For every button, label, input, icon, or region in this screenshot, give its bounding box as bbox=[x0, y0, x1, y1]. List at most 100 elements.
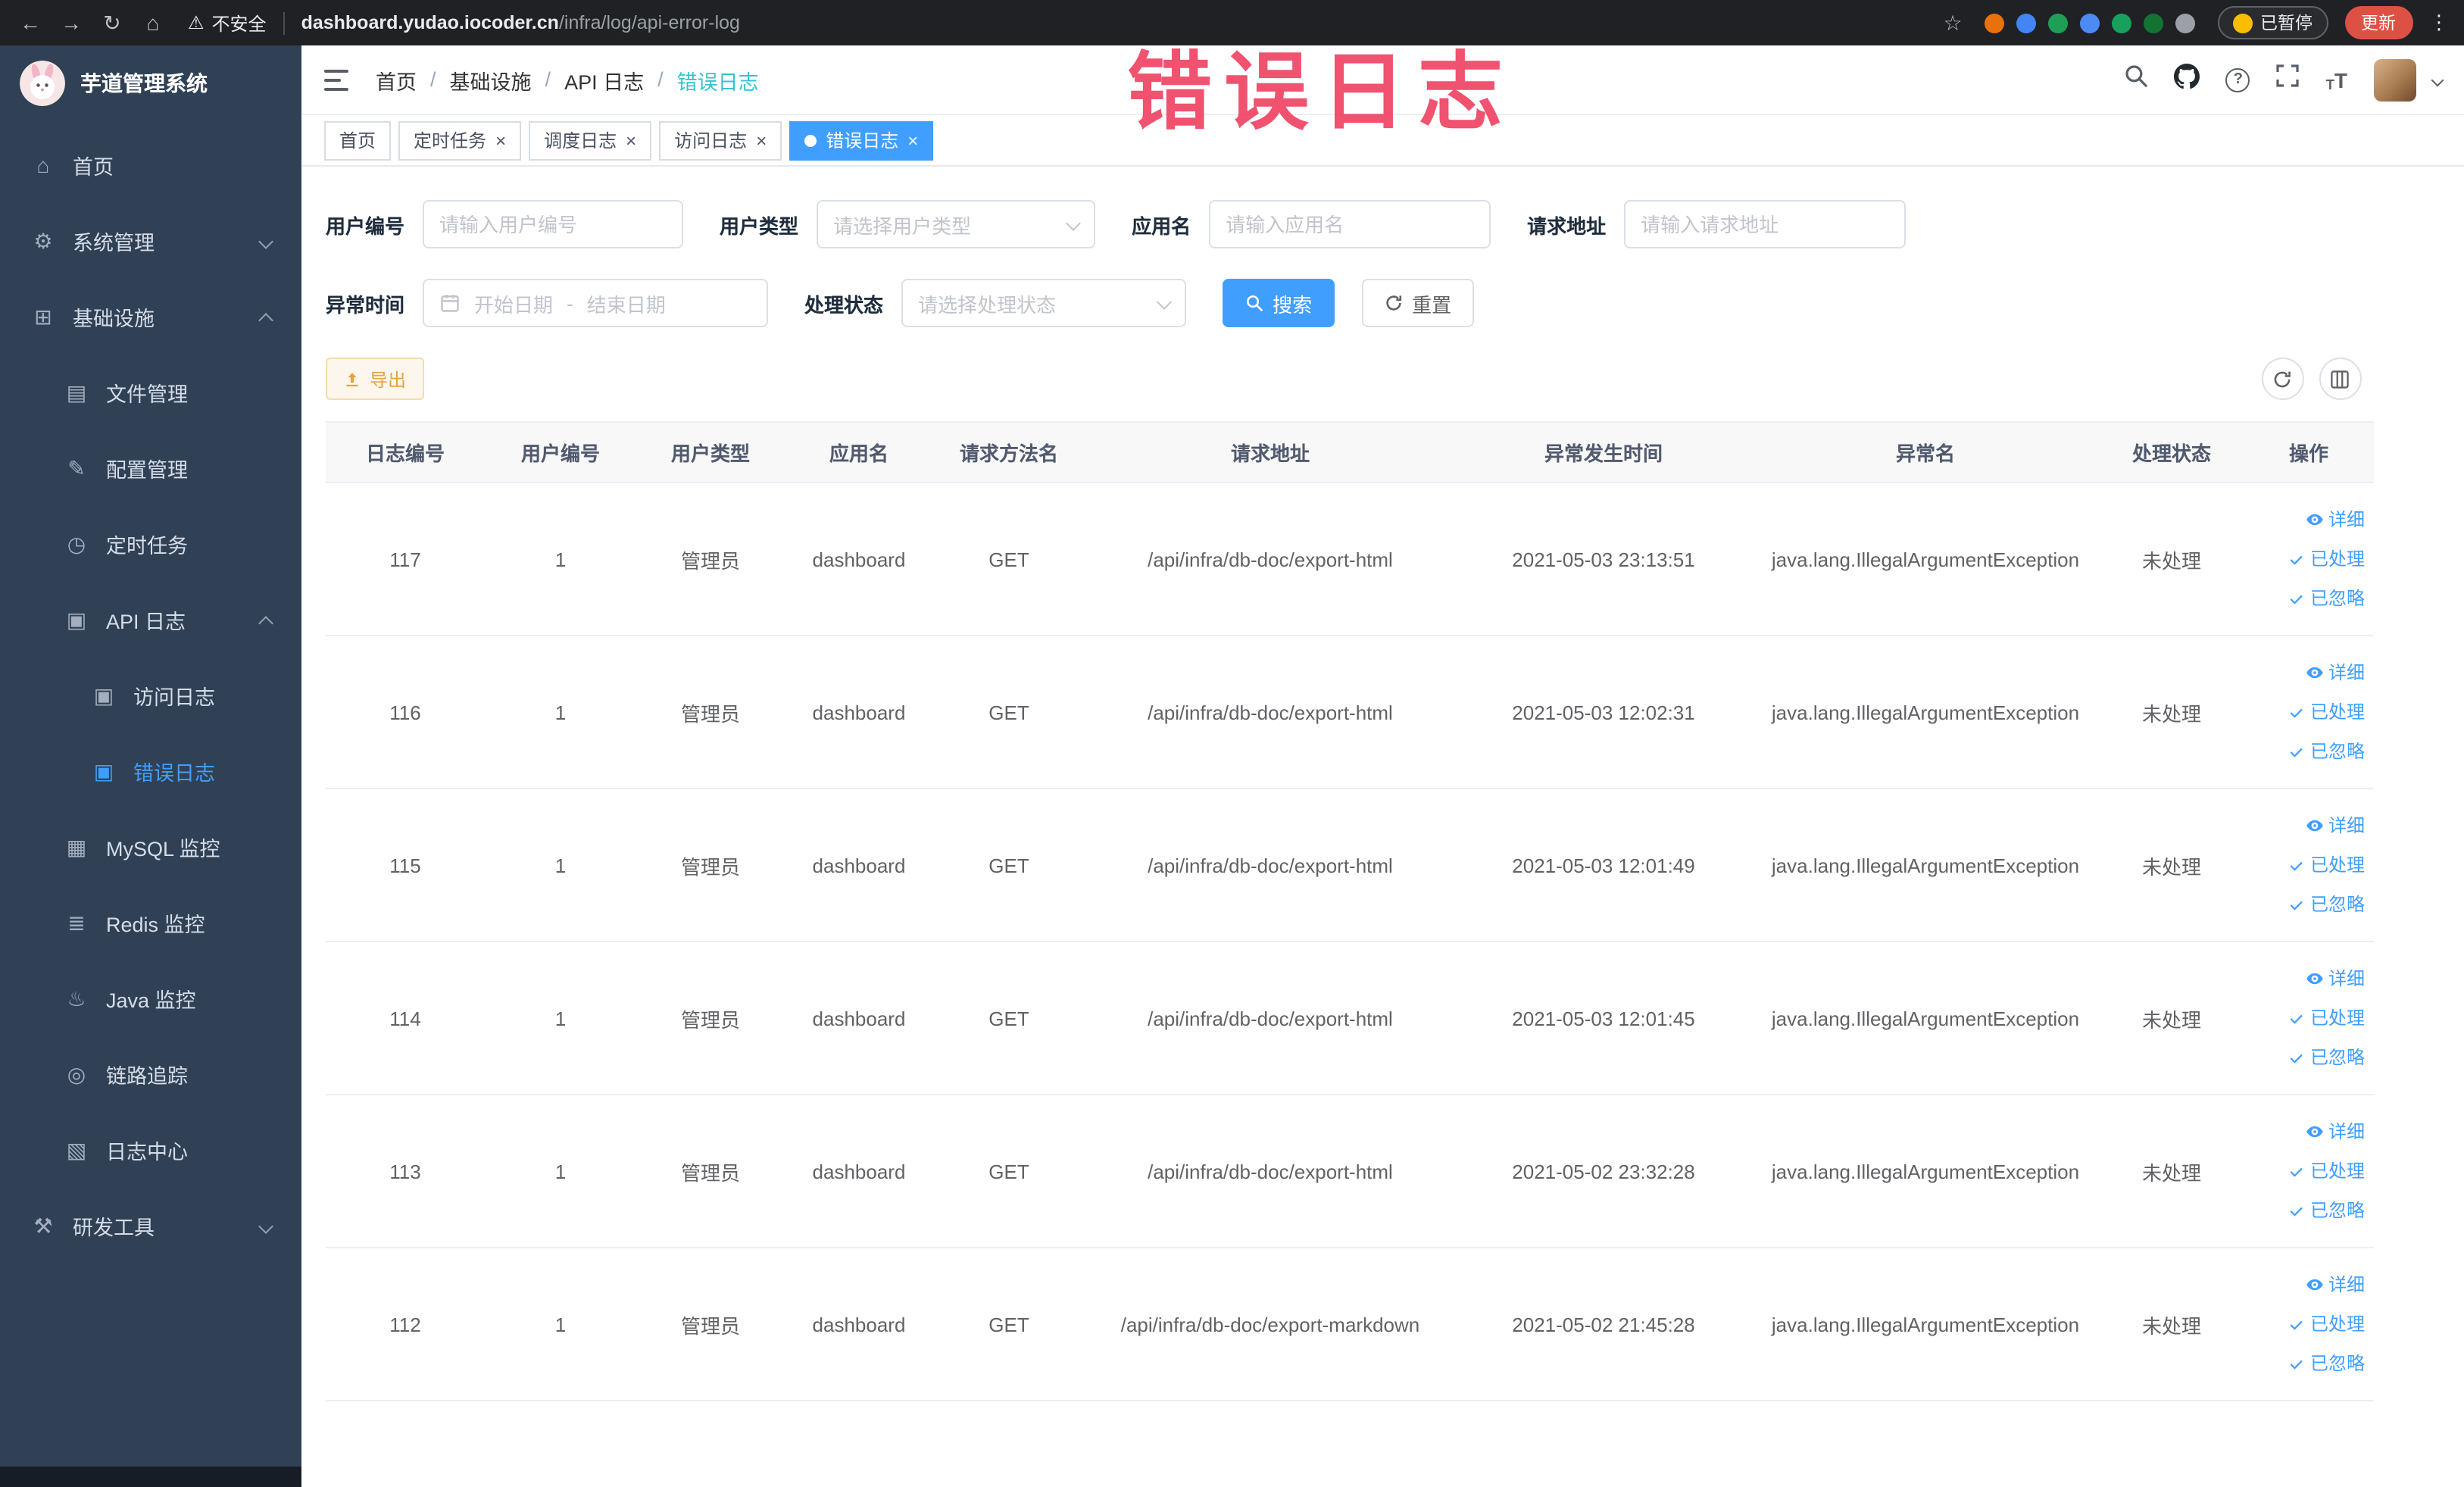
sidebar-item-java-monitor[interactable]: ♨ Java 监控 bbox=[0, 961, 301, 1036]
row-action-ignored[interactable]: 已忽略 bbox=[2244, 1038, 2365, 1077]
paused-badge[interactable]: 已暂停 bbox=[2218, 6, 2328, 39]
tab-3[interactable]: 访问日志 × bbox=[659, 120, 782, 160]
row-action-processed[interactable]: 已处理 bbox=[2244, 845, 2365, 885]
breadcrumb-item[interactable]: 基础设施 bbox=[450, 64, 532, 95]
sidebar-item-file-manage[interactable]: ▤ 文件管理 bbox=[0, 355, 301, 430]
breadcrumb-item[interactable]: API 日志 bbox=[564, 64, 644, 95]
extension-icon[interactable] bbox=[2048, 13, 2068, 33]
column-settings-button[interactable] bbox=[2319, 358, 2361, 400]
cell-actions: 详细 已处理 已忽略 bbox=[2244, 942, 2374, 1095]
tab-2[interactable]: 调度日志 × bbox=[529, 120, 652, 160]
refresh-button[interactable] bbox=[2261, 358, 2303, 400]
sidebar-item-scheduled-job[interactable]: ◷ 定时任务 bbox=[0, 506, 301, 582]
breadcrumb-item[interactable]: 首页 bbox=[376, 64, 417, 95]
logo-title: 芋道管理系统 bbox=[80, 71, 208, 95]
sidebar-menu: ⌂ 首页 ⚙ 系统管理 ⊞ 基础设施 ▤ 文件管理 ✎ 配置管理 ◷ 定时任务 ▣ API 日志 ▣ 访问日志… bbox=[0, 127, 301, 1264]
row-action-detail[interactable]: 详细 bbox=[2244, 653, 2365, 692]
search-icon[interactable] bbox=[2125, 64, 2149, 95]
fullscreen-icon[interactable] bbox=[2276, 64, 2300, 95]
cell-app_name: dashboard bbox=[785, 1248, 933, 1401]
row-action-detail[interactable]: 详细 bbox=[2244, 1265, 2365, 1304]
extension-icon[interactable] bbox=[2175, 13, 2195, 33]
close-icon[interactable]: × bbox=[907, 131, 918, 149]
home-button[interactable]: ⌂ bbox=[138, 11, 168, 35]
cell-status: 未处理 bbox=[2100, 636, 2244, 789]
row-action-processed[interactable]: 已处理 bbox=[2244, 1304, 2365, 1344]
sidebar: 芋道管理系统 ⌂ 首页 ⚙ 系统管理 ⊞ 基础设施 ▤ 文件管理 ✎ 配置管理 ◷ 定时任务 ▣ API … bbox=[0, 45, 301, 1487]
close-icon[interactable]: × bbox=[495, 131, 506, 149]
font-size-icon[interactable]: TT bbox=[2326, 67, 2347, 92]
user-type-select[interactable]: 请选择用户类型 bbox=[817, 200, 1096, 248]
row-action-detail[interactable]: 详细 bbox=[2244, 806, 2365, 845]
search-button[interactable]: 搜索 bbox=[1223, 279, 1335, 327]
row-action-processed[interactable]: 已处理 bbox=[2244, 692, 2365, 732]
sidebar-toggle-icon[interactable] bbox=[324, 67, 351, 92]
extension-icon[interactable] bbox=[2080, 13, 2100, 33]
tab-4[interactable]: 错误日志 × bbox=[789, 120, 934, 160]
back-button[interactable]: ← bbox=[15, 11, 45, 35]
row-action-ignored[interactable]: 已忽略 bbox=[2244, 1344, 2365, 1383]
date-range-picker[interactable]: 开始日期 - 结束日期 bbox=[423, 279, 769, 327]
tab-1[interactable]: 定时任务 × bbox=[398, 120, 522, 160]
process-status-select[interactable]: 请选择处理状态 bbox=[901, 279, 1187, 327]
tab-label: 调度日志 bbox=[544, 130, 617, 152]
logo[interactable]: 芋道管理系统 bbox=[0, 45, 301, 121]
breadcrumb-separator: / bbox=[657, 68, 664, 91]
filter-label: 应用名 bbox=[1132, 214, 1191, 237]
sidebar-item-api-log[interactable]: ▣ API 日志 bbox=[0, 582, 301, 658]
sidebar-item-trace[interactable]: ◎ 链路追踪 bbox=[0, 1036, 301, 1112]
sidebar-item-config-manage[interactable]: ✎ 配置管理 bbox=[0, 430, 301, 506]
row-action-detail[interactable]: 详细 bbox=[2244, 500, 2365, 539]
extension-icon[interactable] bbox=[2112, 13, 2131, 33]
row-action-processed[interactable]: 已处理 bbox=[2244, 539, 2365, 579]
browser-menu-icon[interactable]: ⋮ bbox=[2429, 11, 2449, 35]
reset-button[interactable]: 重置 bbox=[1362, 279, 1475, 327]
sidebar-item-redis-monitor[interactable]: ≣ Redis 监控 bbox=[0, 885, 301, 961]
filter-row-1: 用户编号 用户类型 请选择用户类型 应用名 bbox=[326, 200, 2440, 248]
sidebar-item-system-manage[interactable]: ⚙ 系统管理 bbox=[0, 203, 301, 279]
chevron-down-icon[interactable] bbox=[2430, 73, 2444, 86]
row-action-ignored[interactable]: 已忽略 bbox=[2244, 885, 2365, 924]
sidebar-item-access-log[interactable]: ▣ 访问日志 bbox=[0, 658, 301, 733]
row-action-processed[interactable]: 已处理 bbox=[2244, 998, 2365, 1038]
reload-button[interactable]: ↻ bbox=[97, 10, 127, 36]
url-bar[interactable]: dashboard.yudao.iocoder.cn/infra/log/api… bbox=[301, 12, 740, 33]
sidebar-item-dev-tools[interactable]: ⚒ 研发工具 bbox=[0, 1188, 301, 1264]
row-action-detail[interactable]: 详细 bbox=[2244, 1112, 2365, 1151]
row-action-detail[interactable]: 详细 bbox=[2244, 959, 2365, 998]
update-button[interactable]: 更新 bbox=[2344, 6, 2412, 39]
cell-status: 未处理 bbox=[2100, 1095, 2244, 1248]
request-url-input[interactable] bbox=[1624, 200, 1907, 248]
extension-icon[interactable] bbox=[2144, 13, 2163, 33]
tab-0[interactable]: 首页 bbox=[324, 120, 392, 160]
sidebar-item-error-log[interactable]: ▣ 错误日志 bbox=[0, 733, 301, 809]
close-icon[interactable]: × bbox=[756, 131, 767, 149]
chevron-up-icon bbox=[258, 312, 273, 327]
cell-user_type: 管理员 bbox=[636, 483, 785, 636]
github-icon[interactable] bbox=[2174, 63, 2200, 96]
app-name-input[interactable] bbox=[1209, 200, 1491, 248]
row-action-ignored[interactable]: 已忽略 bbox=[2244, 579, 2365, 618]
forward-button[interactable]: → bbox=[56, 11, 86, 35]
avatar[interactable] bbox=[2373, 58, 2416, 101]
sidebar-item-mysql-monitor[interactable]: ▦ MySQL 监控 bbox=[0, 809, 301, 885]
sidebar-item-log-center[interactable]: ▧ 日志中心 bbox=[0, 1112, 301, 1188]
table-row: 114 1 管理员 dashboard GET/api/infra/db-doc/exp… bbox=[326, 942, 2374, 1095]
security-indicator[interactable]: ⚠ 不安全 bbox=[188, 10, 267, 36]
extension-icon[interactable] bbox=[1985, 13, 2004, 33]
user-id-input[interactable] bbox=[423, 200, 684, 248]
sidebar-item-home[interactable]: ⌂ 首页 bbox=[0, 127, 301, 203]
export-button[interactable]: 导出 bbox=[326, 358, 425, 400]
help-icon[interactable]: ? bbox=[2225, 67, 2250, 92]
extension-icon[interactable] bbox=[2016, 13, 2036, 33]
bookmark-star-icon[interactable]: ☆ bbox=[1938, 10, 1968, 36]
sidebar-item-infrastructure[interactable]: ⊞ 基础设施 bbox=[0, 279, 301, 355]
row-action-ignored[interactable]: 已忽略 bbox=[2244, 1191, 2365, 1230]
row-action-ignored[interactable]: 已忽略 bbox=[2244, 732, 2365, 771]
filter-exception-time: 异常时间 开始日期 - 结束日期 bbox=[326, 279, 769, 327]
java-icon: ♨ bbox=[67, 986, 86, 1010]
row-action-processed[interactable]: 已处理 bbox=[2244, 1151, 2365, 1191]
cell-url: /api/infra/db-doc/export-html bbox=[1085, 636, 1456, 789]
close-icon[interactable]: × bbox=[626, 131, 636, 149]
search-icon bbox=[1245, 294, 1263, 312]
